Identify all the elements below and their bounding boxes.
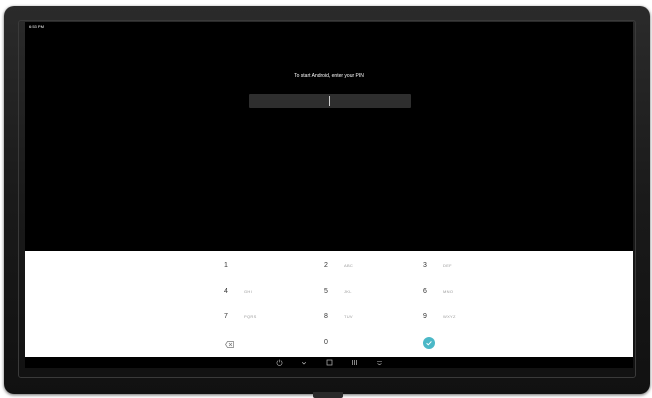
key-0[interactable]: 0 [324,332,414,352]
key-letters: GHI [244,288,253,294]
keypad: 1 2 ABC 3 DEF 4 GHI 5 JKL 6 MNO 7 PQRS 8… [25,251,633,357]
key-letters: ABC [344,262,354,268]
navigation-bar [25,357,633,368]
key-digit: 7 [224,312,228,320]
key-digit: 8 [324,312,328,320]
key-digit: 4 [224,287,228,295]
key-6[interactable]: 6 MNO [423,281,513,301]
screen: 6:53 PM To start Android, enter your PIN… [25,22,633,368]
text-cursor [329,96,330,106]
backspace-icon[interactable] [224,339,234,349]
key-digit: 5 [324,287,328,295]
pin-prompt: To start Android, enter your PIN [294,73,364,79]
square-icon[interactable] [323,357,335,368]
key-digit: 6 [423,287,427,295]
key-digit: 1 [224,261,228,269]
key-2[interactable]: 2 ABC [324,255,414,275]
power-icon[interactable] [273,357,285,368]
key-letters: JKL [344,288,352,294]
key-letters: WXYZ [443,313,456,319]
key-letters: PQRS [244,313,257,319]
key-digit: 0 [324,338,328,346]
key-5[interactable]: 5 JKL [324,281,414,301]
key-digit: 2 [324,261,328,269]
key-1[interactable]: 1 [224,255,314,275]
pin-input[interactable] [249,94,411,108]
ime-switch-icon[interactable] [373,357,385,368]
key-letters: DEF [443,262,452,268]
key-digit: 3 [423,261,427,269]
key-9[interactable]: 9 WXYZ [423,306,513,326]
check-icon[interactable] [423,337,435,349]
chevron-down-icon[interactable] [298,357,310,368]
key-3[interactable]: 3 DEF [423,255,513,275]
key-letters: TUV [344,313,353,319]
key-digit: 9 [423,312,427,320]
key-4[interactable]: 4 GHI [224,281,314,301]
key-7[interactable]: 7 PQRS [224,306,314,326]
monitor-stand [313,392,343,398]
key-letters: MNO [443,288,454,294]
recents-icon[interactable] [348,357,360,368]
status-time: 6:53 PM [29,24,44,29]
key-8[interactable]: 8 TUV [324,306,414,326]
